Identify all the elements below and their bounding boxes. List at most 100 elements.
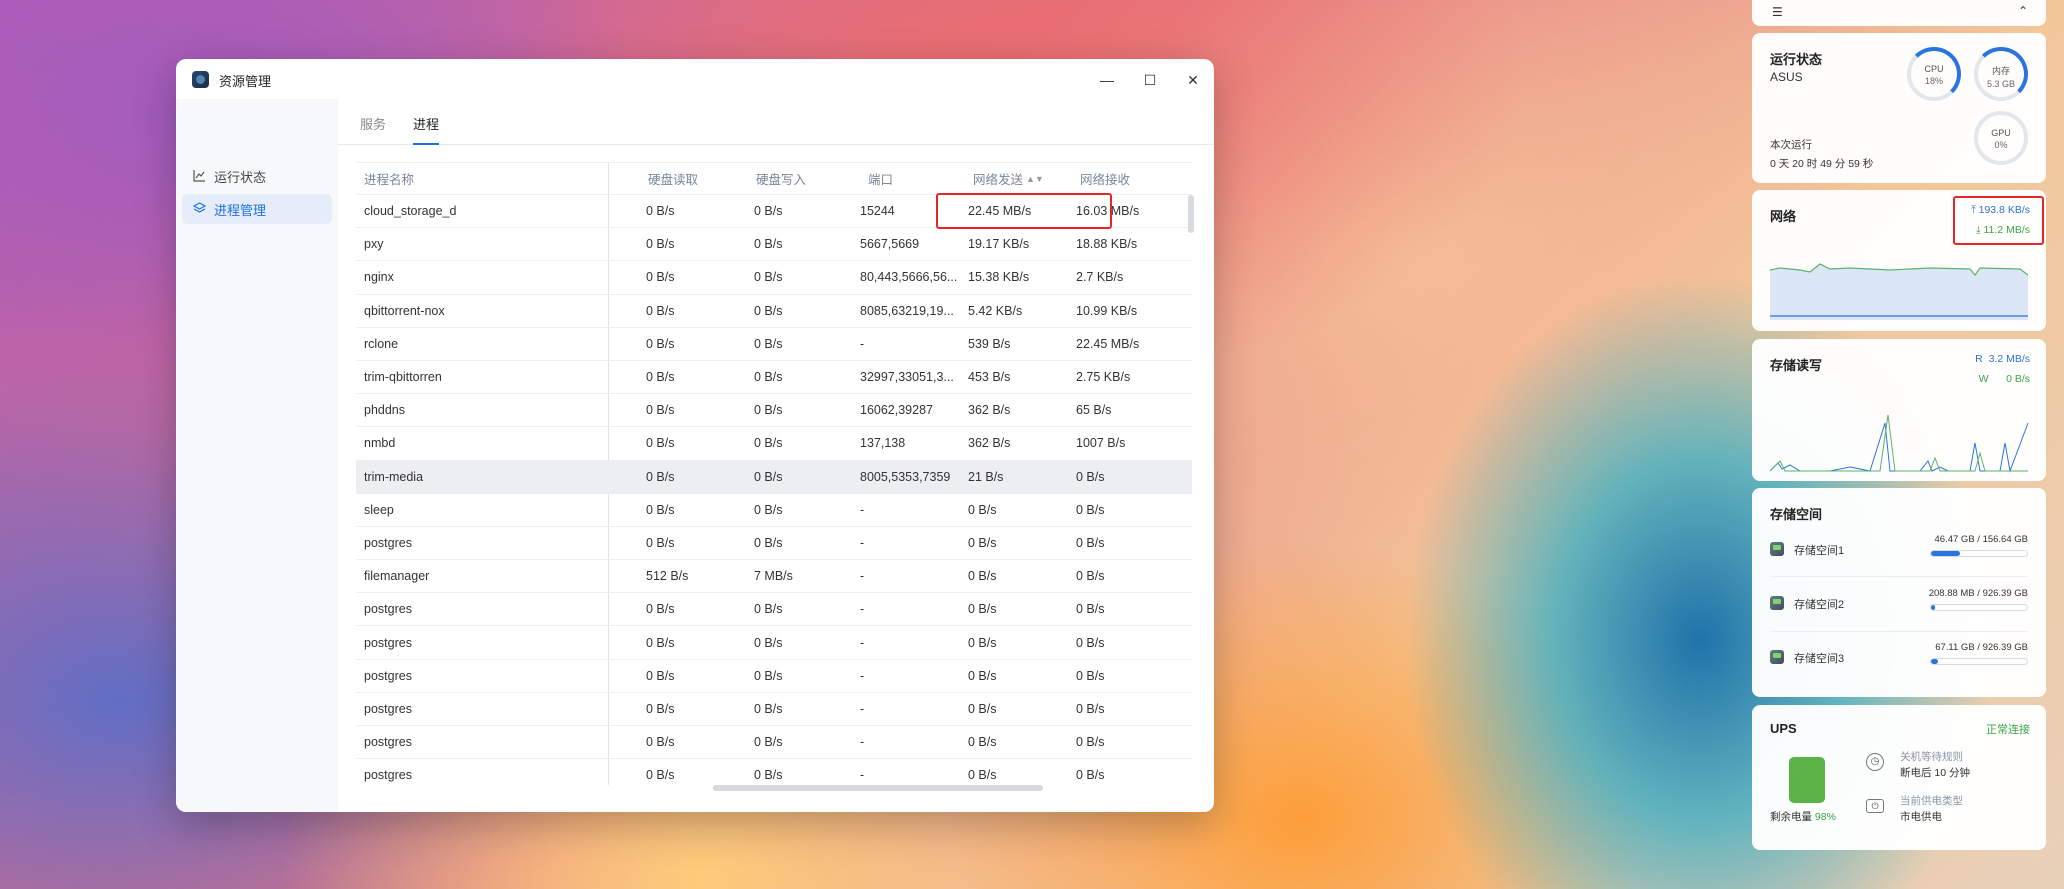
shutdown-rule-value: 断电后 10 分钟 [1900, 767, 1971, 779]
ups-status: 正常连接 [1986, 724, 2030, 736]
sidebar-item-process-management[interactable]: 进程管理 [182, 194, 332, 224]
read-value: 3.2 MB/s [1988, 353, 2030, 365]
table-row[interactable]: filemanager 512 B/s 7 MB/s - 0 B/s 0 B/s [356, 560, 1192, 594]
table-row[interactable]: postgres 0 B/s 0 B/s - 0 B/s 0 B/s [356, 593, 1192, 627]
port-cell: 80,443,5666,56... [860, 270, 958, 285]
header-net-receive[interactable]: 网络接收 [1080, 163, 1180, 194]
memory-value: 5.3 GB [1986, 79, 2015, 89]
process-name-cell: cloud_storage_d [364, 204, 457, 219]
highlight-box-network [936, 193, 1112, 229]
sidebar: 运行状态 进程管理 [176, 99, 338, 812]
ups-title: UPS [1770, 721, 1797, 736]
network-title: 网络 [1770, 209, 1797, 224]
storage-item-1[interactable]: 存储空间1 46.47 GB / 156.64 GB [1770, 530, 2028, 582]
widget-disk-io[interactable]: 存储读写 R 3.2 MB/s W 0 B/s [1752, 339, 2046, 481]
storage-icon [1770, 596, 1784, 610]
header-disk-write[interactable]: 硬盘写入 [756, 163, 856, 194]
disk-read-cell: 0 B/s [646, 635, 675, 650]
table-row[interactable]: nmbd 0 B/s 0 B/s 137,138 362 B/s 1007 B/s [356, 427, 1192, 461]
storage-name: 存储空间1 [1794, 545, 1845, 557]
storage-name: 存储空间3 [1794, 653, 1845, 665]
disk-write-cell: 0 B/s [754, 502, 783, 517]
table-row[interactable]: postgres 0 B/s 0 B/s - 0 B/s 0 B/s [356, 660, 1192, 693]
disk-read-rate: R 3.2 MB/s [1975, 353, 2030, 365]
sidebar-item-running-status[interactable]: 运行状态 [182, 161, 332, 191]
header-process-name[interactable]: 进程名称 [364, 163, 604, 194]
storage-bar-fill [1931, 659, 1938, 664]
disk-write-cell: 0 B/s [754, 370, 783, 385]
port-cell: 8085,63219,19... [860, 303, 954, 318]
process-name-cell: postgres [364, 535, 412, 550]
collapse-icon[interactable]: ⌃ [2018, 4, 2028, 18]
sort-icon: ▲▼ [1026, 173, 1044, 184]
port-cell: 32997,33051,3... [860, 370, 954, 385]
title-bar[interactable]: 资源管理 — ☐ ✕ [176, 59, 1214, 99]
table-row[interactable]: postgres 0 B/s 0 B/s - 0 B/s 0 B/s [356, 726, 1192, 760]
table-row[interactable]: postgres 0 B/s 0 B/s - 0 B/s 0 B/s [356, 626, 1192, 660]
process-name-cell: postgres [364, 701, 412, 716]
table-row[interactable]: trim-qbittorren 0 B/s 0 B/s 32997,33051,3..… [356, 361, 1192, 395]
disk-read-cell: 0 B/s [646, 204, 675, 219]
process-name-cell: nmbd [364, 436, 396, 451]
disk-read-cell: 0 B/s [646, 735, 675, 750]
cpu-gauge: CPU 18% [1907, 47, 1961, 101]
table-row[interactable]: phddns 0 B/s 0 B/s 16062,39287 362 B/s 65 B/s [356, 394, 1192, 428]
disk-read-cell: 0 B/s [646, 237, 675, 252]
port-cell: 137,138 [860, 436, 906, 451]
storage-item-3[interactable]: 存储空间3 67.11 GB / 926.39 GB [1770, 638, 2028, 690]
table-row[interactable]: trim-media 0 B/s 0 B/s 8005,5353,7359 21 B/s… [356, 460, 1192, 494]
table-row[interactable]: pxy 0 B/s 0 B/s 5667,5669 19.17 KB/s 18.88 KB… [356, 228, 1192, 262]
widget-running-status[interactable]: 运行状态 ASUS CPU 18% 内存 5.3 GB GPU 0% 本次运行 … [1752, 33, 2046, 183]
table-row[interactable]: postgres 0 B/s 0 B/s - 0 B/s 0 B/s [356, 527, 1192, 561]
widget-ups[interactable]: UPS 正常连接 剩余电量 98% ◷ 关机等待规则 断电后 10 分钟 ⏻ 当… [1752, 705, 2046, 850]
disk-write-cell: 0 B/s [754, 403, 783, 418]
disk-read-cell: 0 B/s [646, 436, 675, 451]
gpu-gauge: GPU 0% [1974, 111, 2028, 165]
table-row[interactable]: nginx 0 B/s 0 B/s 80,443,5666,56... 15.38 KB… [356, 261, 1192, 295]
disk-read-cell: 0 B/s [646, 403, 675, 418]
net-send-cell: 0 B/s [968, 635, 997, 650]
process-name-cell: trim-media [364, 469, 424, 484]
net-receive-cell: 1007 B/s [1076, 436, 1126, 451]
widget-storage[interactable]: 存储空间 存储空间1 46.47 GB / 156.64 GB 存储空间2 20… [1752, 488, 2046, 697]
minimize-button[interactable]: — [1093, 67, 1121, 93]
table-row[interactable]: qbittorrent-nox 0 B/s 0 B/s 8085,63219,19..… [356, 295, 1192, 328]
port-cell: - [860, 735, 865, 750]
battery-label: 剩余电量 [1770, 811, 1812, 823]
disk-write-cell: 0 B/s [754, 668, 783, 683]
table-row[interactable]: rclone 0 B/s 0 B/s - 539 B/s 22.45 MB/s [356, 328, 1192, 361]
header-port[interactable]: 端口 [868, 163, 968, 194]
storage-bar [1930, 604, 2028, 611]
close-button[interactable]: ✕ [1179, 67, 1207, 93]
process-name-cell: filemanager [364, 569, 430, 584]
disk-read-cell: 0 B/s [646, 303, 675, 318]
header-net-send[interactable]: 网络发送 ▲▼ [973, 163, 1073, 194]
storage-name: 存储空间2 [1794, 599, 1845, 611]
maximize-button[interactable]: ☐ [1136, 67, 1164, 93]
device-name: ASUS [1770, 70, 1803, 84]
table-row[interactable]: postgres 0 B/s 0 B/s - 0 B/s 0 B/s [356, 759, 1192, 785]
widget-network[interactable]: 网络 ⤒ 193.8 KB/s ⤓ 11.2 MB/s [1752, 190, 2046, 331]
table-row[interactable]: postgres 0 B/s 0 B/s - 0 B/s 0 B/s [356, 693, 1192, 726]
disk-read-cell: 0 B/s [646, 370, 675, 385]
net-receive-cell: 0 B/s [1076, 535, 1105, 550]
disk-write-cell: 0 B/s [754, 436, 783, 451]
net-send-cell: 5.42 KB/s [968, 303, 1023, 318]
tab-processes[interactable]: 进程 [413, 114, 440, 145]
app-icon [192, 71, 209, 88]
disk-write-cell: 0 B/s [754, 701, 783, 716]
power-type-value: 市电供电 [1900, 811, 1942, 823]
horizontal-scrollbar[interactable] [713, 785, 1043, 791]
tab-services[interactable]: 服务 [360, 114, 386, 145]
header-disk-read[interactable]: 硬盘读取 [648, 163, 748, 194]
tab-bar: 服务 进程 [338, 99, 1214, 145]
vertical-scrollbar[interactable] [1188, 195, 1194, 233]
table-row[interactable]: sleep 0 B/s 0 B/s - 0 B/s 0 B/s [356, 494, 1192, 527]
net-send-cell: 15.38 KB/s [968, 270, 1030, 285]
disk-write-rate: W 0 B/s [1979, 373, 2030, 385]
settings-sliders-icon[interactable]: ☰ [1772, 5, 1783, 19]
disk-write-cell: 0 B/s [754, 469, 783, 484]
port-cell: - [860, 635, 865, 650]
process-name-cell: sleep [364, 502, 394, 517]
storage-item-2[interactable]: 存储空间2 208.88 MB / 926.39 GB [1770, 584, 2028, 636]
